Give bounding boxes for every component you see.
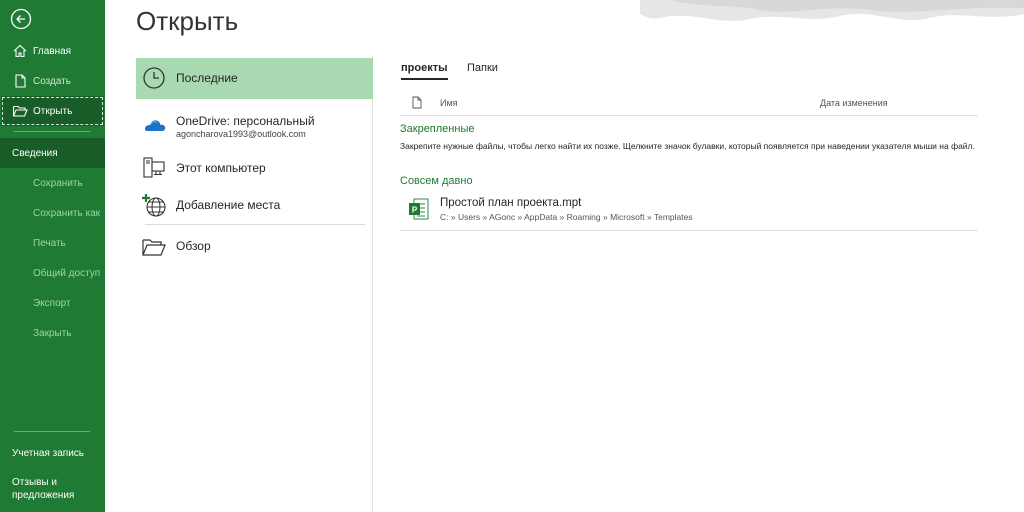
recent-file-row[interactable]: P Простой план проекта.mpt C: » Users » … [400,192,978,231]
svg-text:P: P [412,206,418,215]
file-name: Простой план проекта.mpt [440,197,582,209]
nav-info[interactable]: Сведения [0,138,105,168]
nav-save-label: Сохранить [33,177,83,189]
sidebar-divider [14,131,90,132]
tab-projects[interactable]: проекты [401,62,448,80]
location-onedrive[interactable]: OneDrive: персональный agoncharova1993@o… [136,106,373,144]
nav-close[interactable]: Закрыть [0,318,105,348]
older-section-title: Совсем давно [400,175,473,187]
nav-feedback-line2: предложения [12,490,75,501]
location-onedrive-label: OneDrive: персональный [176,114,315,128]
location-add-place-label: Добавление места [176,198,281,212]
computer-icon [143,157,165,178]
nav-open-label: Открыть [33,105,73,117]
nav-close-label: Закрыть [33,327,72,339]
nav-new[interactable]: Создать [0,66,105,96]
clock-icon [143,67,165,89]
nav-info-label: Сведения [12,147,58,159]
column-name[interactable]: Имя [440,98,458,108]
nav-feedback[interactable]: Отзывы и предложения [0,474,105,508]
file-type-icon [412,96,422,109]
pinned-hint-text: Закрепите нужные файлы, чтобы легко найт… [400,141,975,151]
nav-save[interactable]: Сохранить [0,168,105,198]
nav-print[interactable]: Печать [0,228,105,258]
nav-account-label: Учетная запись [12,447,85,459]
locations-panel: Последние OneDrive: персональный agoncha… [105,56,373,512]
location-recent[interactable]: Последние [136,58,373,99]
nav-share-label: Общий доступ [33,267,101,279]
location-browse-label: Обзор [176,239,211,253]
nav-export[interactable]: Экспорт [0,288,105,318]
location-onedrive-email: agoncharova1993@outlook.com [176,129,306,139]
file-path: C: » Users » AGonc » AppData » Roaming »… [440,212,693,222]
location-recent-label: Последние [176,71,238,85]
nav-print-label: Печать [33,237,66,249]
add-place-globe-icon [142,194,166,217]
new-document-icon [15,74,26,88]
open-folder-icon [12,105,28,117]
locations-divider [145,224,365,225]
pinned-section-title: Закрепленные [400,123,475,135]
nav-account[interactable]: Учетная запись [0,438,105,468]
project-file-icon: P [409,198,429,220]
file-list-header: Имя Дата изменения [400,92,978,116]
background-decoration [640,0,1024,21]
nav-feedback-line1: Отзывы и [12,477,57,488]
location-this-pc-label: Этот компьютер [176,161,266,175]
tab-folders[interactable]: Папки [467,62,498,74]
nav-open[interactable]: Открыть [1,96,104,126]
column-modified[interactable]: Дата изменения [820,98,888,108]
backstage-sidebar: Главная Создать Открыть Сведения Сохрани… [0,0,105,512]
location-add-place[interactable]: Добавление места [136,190,373,220]
nav-home[interactable]: Главная [0,36,105,66]
location-browse[interactable]: Обзор [136,230,373,262]
nav-export-label: Экспорт [33,297,71,309]
nav-new-label: Создать [33,75,72,87]
nav-share[interactable]: Общий доступ [0,258,105,288]
browse-folder-icon [142,239,166,256]
onedrive-cloud-icon [144,120,166,131]
sidebar-divider [14,431,90,432]
home-icon [13,44,27,58]
location-this-pc[interactable]: Этот компьютер [136,152,373,184]
back-arrow-icon[interactable] [10,8,32,30]
nav-save-as[interactable]: Сохранить как [0,198,105,228]
nav-save-as-label: Сохранить как [33,207,101,219]
page-title: Открыть [136,6,239,36]
nav-home-label: Главная [33,45,72,57]
